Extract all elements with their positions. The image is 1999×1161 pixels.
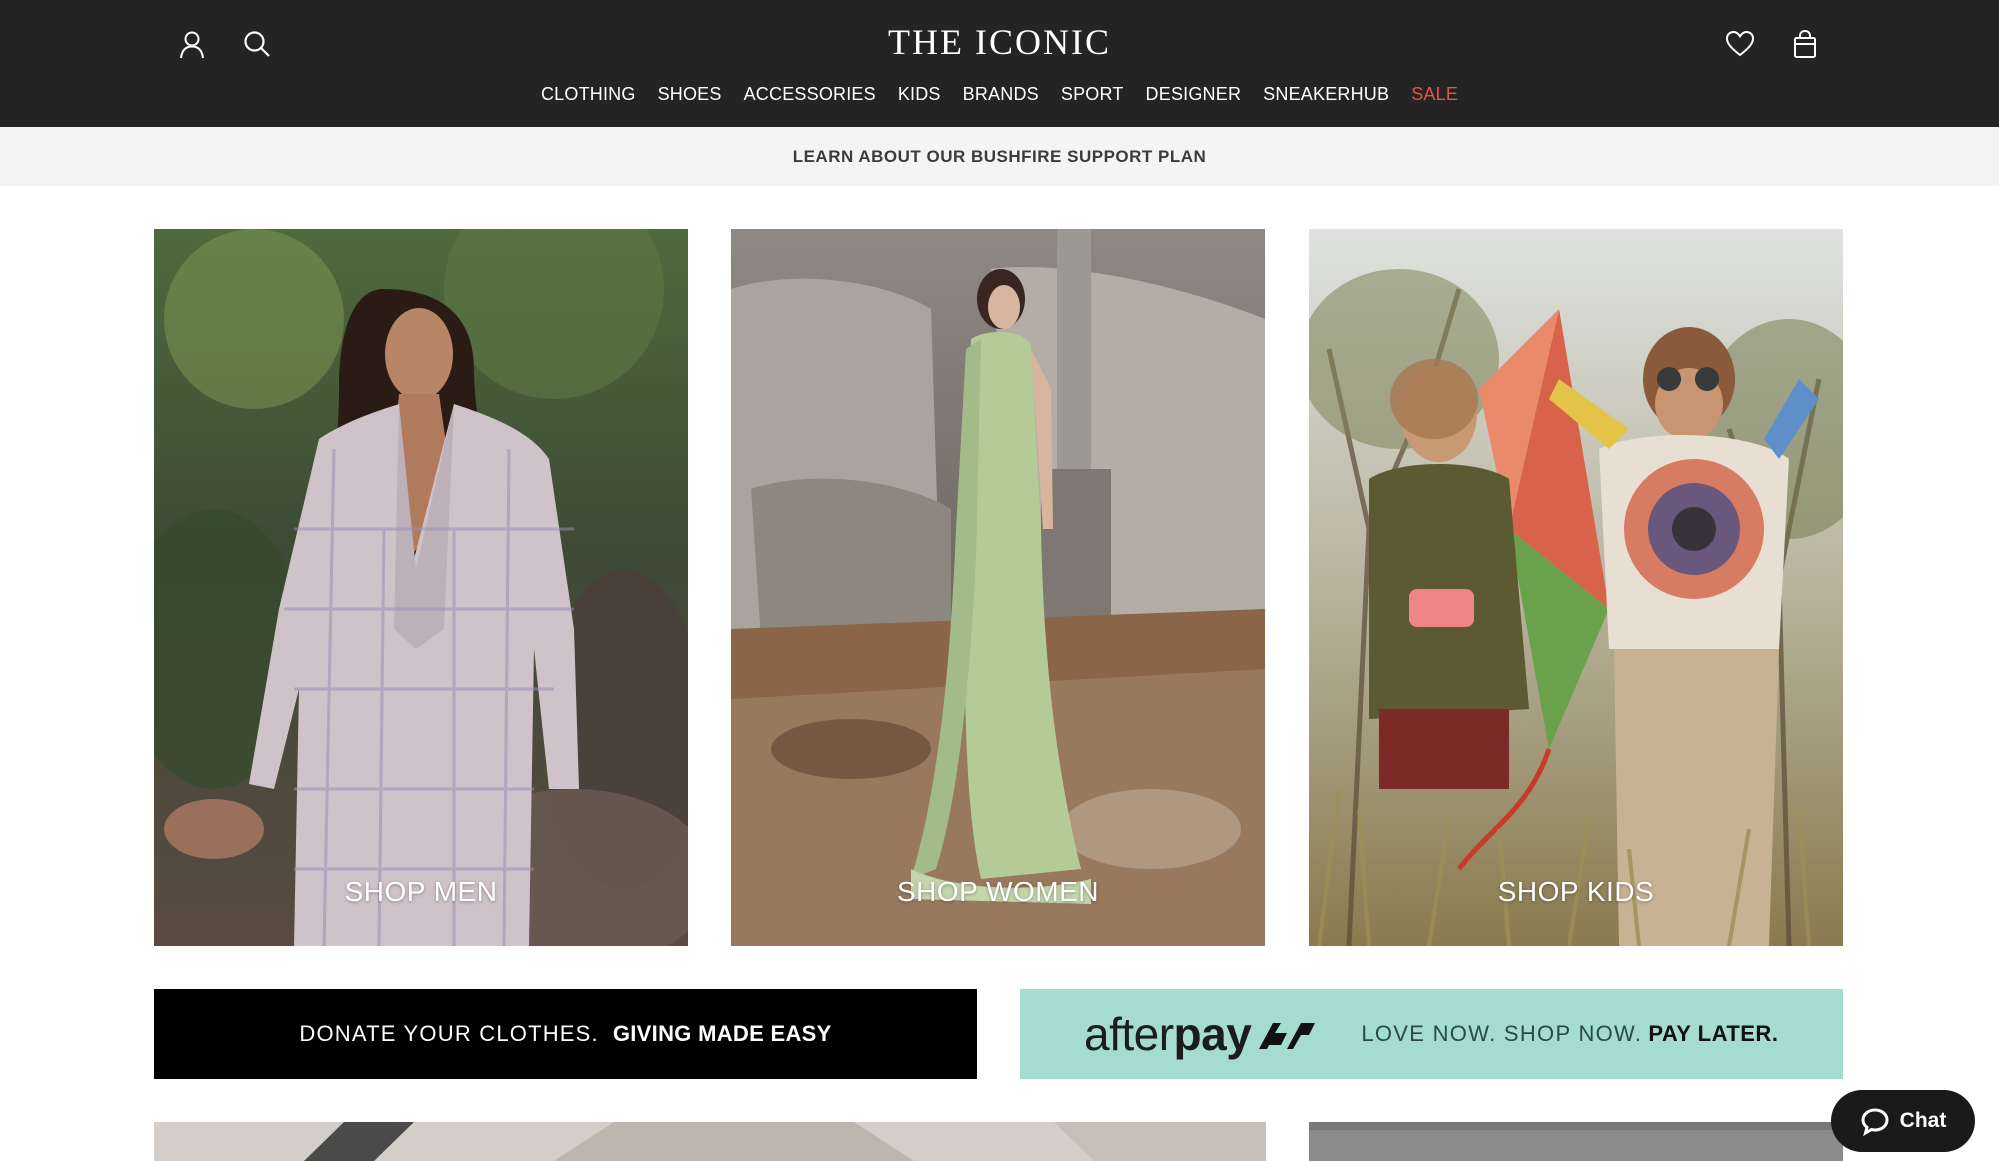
afterpay-strong-text: PAY LATER. xyxy=(1648,1021,1779,1046)
nav-designer[interactable]: DESIGNER xyxy=(1146,82,1242,106)
afterpay-banner[interactable]: after pay LOVE NOW. SHOP NOW. PAY LATER. xyxy=(1020,989,1843,1079)
brand-logo[interactable]: THE ICONIC xyxy=(888,22,1111,62)
heart-icon[interactable] xyxy=(1722,26,1758,62)
nav-sneakerhub[interactable]: SNEAKERHUB xyxy=(1263,82,1389,106)
shop-kids-label: SHOP KIDS xyxy=(1497,876,1655,907)
donate-strong-text: GIVING MADE EASY xyxy=(612,1021,832,1046)
donate-text: DONATE YOUR CLOTHES. xyxy=(299,1021,599,1046)
shopping-bag-icon[interactable] xyxy=(1787,26,1823,62)
shop-women-tile[interactable]: SHOP WOMEN xyxy=(731,229,1265,946)
nav-accessories[interactable]: ACCESSORIES xyxy=(744,82,876,106)
afterpay-tagline: LOVE NOW. SHOP NOW. PAY LATER. xyxy=(1361,1021,1778,1047)
user-icon[interactable] xyxy=(174,26,210,62)
site-header: THE ICONIC CLOTHING SHOES ACCESSORIES KI… xyxy=(0,0,1999,127)
donate-banner[interactable]: DONATE YOUR CLOTHES. GIVING MADE EASY xyxy=(154,989,977,1079)
chat-button[interactable]: Chat xyxy=(1831,1090,1975,1152)
search-icon[interactable] xyxy=(239,26,275,62)
nav-sport[interactable]: SPORT xyxy=(1061,82,1124,106)
afterpay-logo-pay: pay xyxy=(1173,1008,1252,1060)
afterpay-text: LOVE NOW. SHOP NOW. xyxy=(1361,1021,1643,1046)
feature-tile-left[interactable] xyxy=(154,1122,1266,1161)
shop-men-tile[interactable]: SHOP MEN xyxy=(154,229,688,946)
main-nav: CLOTHING SHOES ACCESSORIES KIDS BRANDS S… xyxy=(0,82,1999,106)
shop-men-label: SHOP MEN xyxy=(344,876,498,907)
shop-women-label: SHOP WOMEN xyxy=(896,876,1100,907)
nav-clothing[interactable]: CLOTHING xyxy=(541,82,636,106)
afterpay-arrows-icon xyxy=(1259,1023,1316,1049)
afterpay-logo: after pay xyxy=(1084,1011,1317,1057)
feature-photo-left xyxy=(154,1122,1266,1161)
nav-brands[interactable]: BRANDS xyxy=(963,82,1039,106)
chat-bubble-icon xyxy=(1861,1108,1889,1136)
men-photo xyxy=(154,229,688,946)
shop-kids-tile[interactable]: SHOP KIDS xyxy=(1309,229,1843,946)
promo-strip: LEARN ABOUT OUR BUSHFIRE SUPPORT PLAN xyxy=(0,127,1999,186)
women-photo xyxy=(731,229,1265,946)
bushfire-support-link[interactable]: LEARN ABOUT OUR BUSHFIRE SUPPORT PLAN xyxy=(793,147,1207,167)
nav-kids[interactable]: KIDS xyxy=(898,82,941,106)
kids-photo xyxy=(1309,229,1843,946)
nav-shoes[interactable]: SHOES xyxy=(658,82,722,106)
feature-photo-right xyxy=(1309,1122,1843,1161)
logo-container: THE ICONIC xyxy=(0,20,1999,64)
chat-label: Chat xyxy=(1899,1109,1947,1132)
nav-sale[interactable]: SALE xyxy=(1411,82,1458,106)
afterpay-logo-after: after xyxy=(1084,1008,1174,1060)
feature-tile-right[interactable] xyxy=(1309,1122,1843,1161)
